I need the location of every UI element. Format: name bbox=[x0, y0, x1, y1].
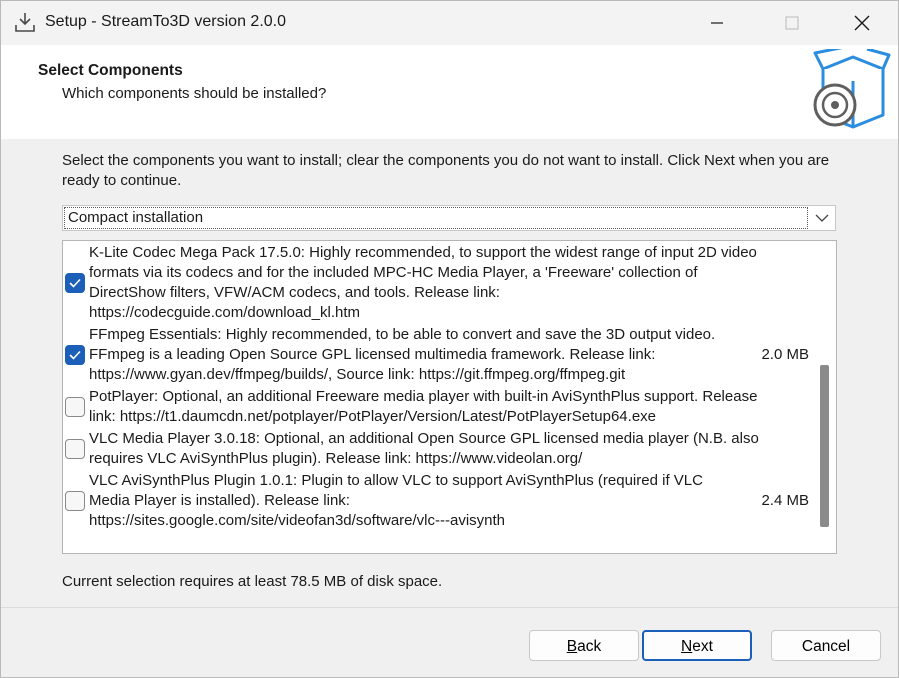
component-description-line: link: https://t1.daumcdn.net/potplayer/P… bbox=[89, 408, 657, 425]
next-label: ext bbox=[692, 638, 713, 655]
component-description-line: Media Player is installed). Release link… bbox=[89, 492, 350, 509]
setup-type-value: Compact installation bbox=[64, 207, 808, 229]
component-description: K-Lite Codec Mega Pack 17.5.0: Highly re… bbox=[89, 243, 809, 323]
component-description-line: VLC AviSynthPlus Plugin 1.0.1: Plugin to… bbox=[89, 472, 703, 489]
component-description-line: FFmpeg Essentials: Highly recommended, t… bbox=[89, 326, 716, 343]
wizard-content: Select the components you want to instal… bbox=[1, 139, 898, 607]
scrollbar-thumb[interactable] bbox=[820, 365, 829, 527]
component-description: PotPlayer: Optional, an additional Freew… bbox=[89, 387, 809, 427]
component-item[interactable]: VLC AviSynthPlus Plugin 1.0.1: Plugin to… bbox=[63, 471, 813, 531]
component-description: FFmpeg Essentials: Highly recommended, t… bbox=[89, 325, 809, 385]
next-accelerator: N bbox=[681, 638, 693, 655]
back-accelerator: B bbox=[566, 638, 578, 655]
component-item[interactable]: FFmpeg Essentials: Highly recommended, t… bbox=[63, 325, 813, 385]
wizard-header: Select Components Which components shoul… bbox=[1, 45, 898, 139]
disk-space-text: Current selection requires at least 78.5… bbox=[62, 573, 443, 590]
component-item[interactable]: PotPlayer: Optional, an additional Freew… bbox=[63, 387, 813, 427]
minimize-button[interactable] bbox=[694, 1, 740, 45]
component-description: VLC AviSynthPlus Plugin 1.0.1: Plugin to… bbox=[89, 471, 809, 531]
component-description: VLC Media Player 3.0.18: Optional, an ad… bbox=[89, 429, 809, 469]
page-subtitle: Which components should be installed? bbox=[62, 85, 327, 102]
component-description-line: https://sites.google.com/site/videofan3d… bbox=[89, 512, 506, 529]
component-description-line: https://www.gyan.dev/ffmpeg/builds/, Sou… bbox=[89, 366, 626, 383]
component-item[interactable]: VLC Media Player 3.0.18: Optional, an ad… bbox=[63, 429, 813, 469]
window-title: Setup - StreamTo3D version 2.0.0 bbox=[45, 13, 287, 30]
footer-separator bbox=[1, 607, 898, 608]
component-checkbox[interactable] bbox=[65, 491, 85, 511]
chevron-down-icon bbox=[815, 214, 829, 222]
component-description-line: VLC Media Player 3.0.18: Optional, an ad… bbox=[89, 430, 759, 447]
component-checkbox[interactable] bbox=[65, 273, 85, 293]
setup-download-icon bbox=[15, 13, 35, 32]
back-label: ack bbox=[577, 638, 602, 655]
box-disc-icon bbox=[813, 49, 891, 129]
next-button[interactable]: Next bbox=[642, 630, 752, 661]
component-checkbox[interactable] bbox=[65, 397, 85, 417]
component-description-line: K-Lite Codec Mega Pack 17.5.0: Highly re… bbox=[89, 244, 757, 261]
cancel-button[interactable]: Cancel bbox=[771, 630, 881, 661]
setup-window: Setup - StreamTo3D version 2.0.0 Select … bbox=[0, 0, 899, 678]
checkmark-icon bbox=[69, 278, 81, 288]
component-checkbox[interactable] bbox=[65, 345, 85, 365]
component-size: 2.0 MB bbox=[761, 346, 809, 363]
setup-type-dropdown[interactable]: Compact installation bbox=[62, 205, 836, 231]
component-description-line: FFmpeg is a leading Open Source GPL lice… bbox=[89, 346, 656, 363]
maximize-icon bbox=[785, 16, 799, 30]
close-button[interactable] bbox=[839, 1, 885, 45]
component-item[interactable]: K-Lite Codec Mega Pack 17.5.0: Highly re… bbox=[63, 243, 813, 323]
minimize-icon bbox=[711, 22, 723, 24]
component-description-line: PotPlayer: Optional, an additional Freew… bbox=[89, 388, 758, 405]
component-size: 2.4 MB bbox=[761, 492, 809, 509]
page-title: Select Components bbox=[38, 62, 183, 79]
component-description-line: requires VLC AviSynthPlus plugin). Relea… bbox=[89, 450, 583, 467]
instruction-text: Select the components you want to instal… bbox=[62, 152, 830, 189]
back-button[interactable]: Back bbox=[529, 630, 639, 661]
maximize-button[interactable] bbox=[769, 1, 815, 45]
component-checkbox[interactable] bbox=[65, 439, 85, 459]
components-list[interactable]: K-Lite Codec Mega Pack 17.5.0: Highly re… bbox=[62, 240, 837, 554]
checkmark-icon bbox=[69, 350, 81, 360]
close-icon bbox=[854, 15, 870, 31]
component-description-line: formats via its codecs and for the inclu… bbox=[89, 264, 698, 281]
title-bar[interactable]: Setup - StreamTo3D version 2.0.0 bbox=[1, 1, 898, 45]
component-description-line: DirectShow filters, VFW/ACM codecs, and … bbox=[89, 284, 500, 301]
component-description-line: https://codecguide.com/download_kl.htm bbox=[89, 304, 360, 321]
